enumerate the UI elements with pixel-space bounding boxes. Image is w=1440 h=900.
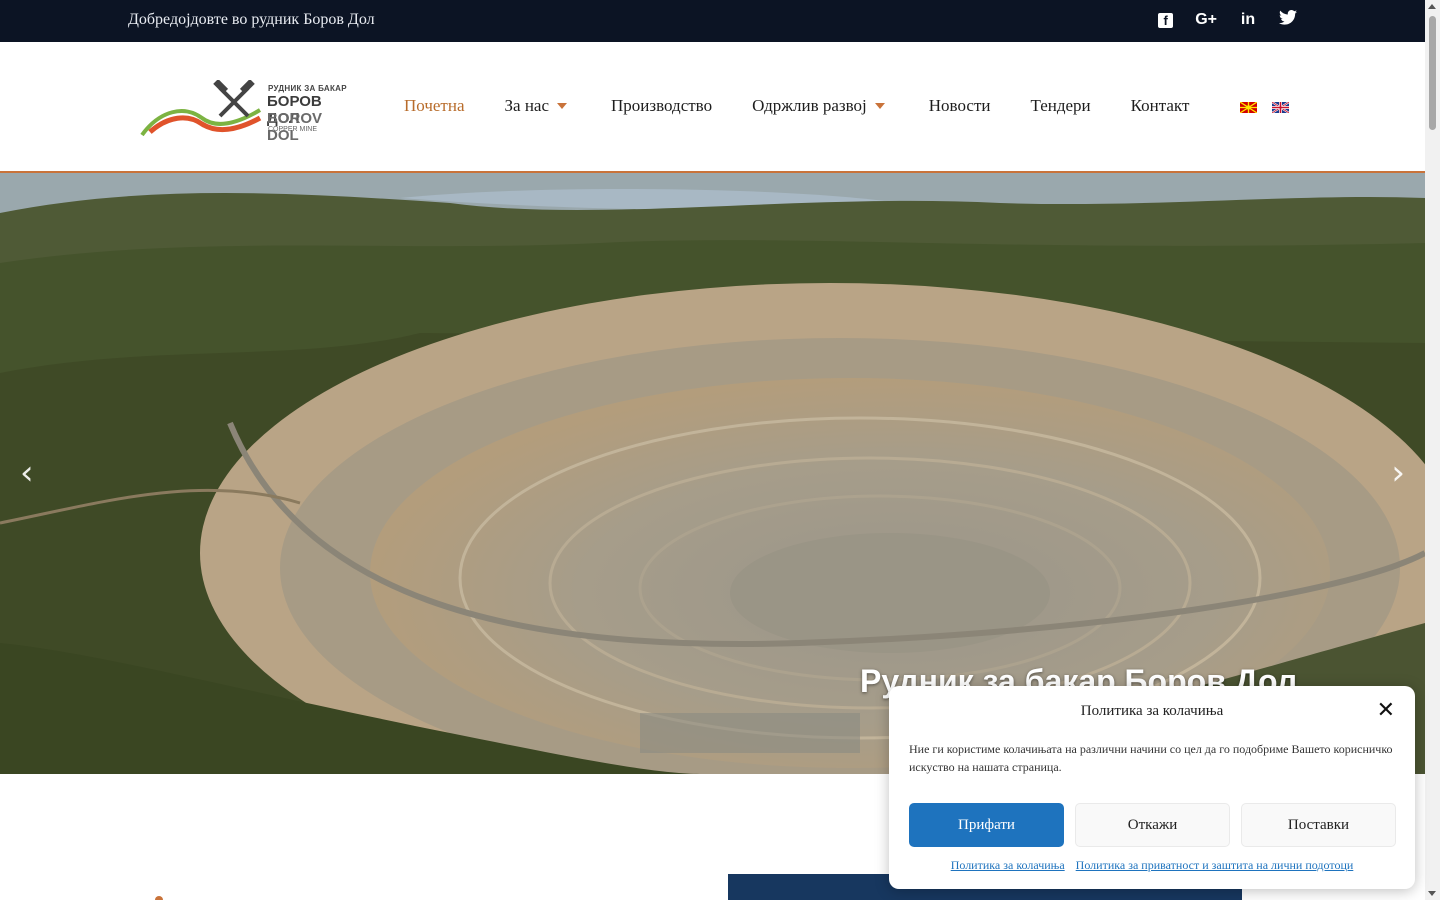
chevron-down-icon	[874, 103, 885, 109]
scroll-down-arrow-icon[interactable]	[1428, 891, 1436, 896]
nav-item-sustainability[interactable]: Одржлив развој	[752, 96, 885, 116]
linkedin-icon[interactable]: in	[1239, 11, 1257, 29]
top-bar: Добредојдовте во рудник Боров Дол f G+ i…	[0, 0, 1425, 42]
nav-label: Почетна	[404, 96, 465, 115]
scroll-up-arrow-icon[interactable]	[1428, 4, 1436, 9]
nav-label: Тендери	[1030, 96, 1091, 115]
twitter-icon[interactable]	[1279, 10, 1297, 30]
google-plus-icon[interactable]: G+	[1195, 11, 1217, 29]
cookie-dialog-title: Политика за колачиња	[1080, 703, 1224, 719]
nav-label: Контакт	[1130, 96, 1190, 115]
page-scrollbar[interactable]	[1425, 0, 1440, 900]
site-header: РУДНИК ЗА БАКАР БОРОВ ДОЛ BOROV DOL COPP…	[0, 42, 1425, 173]
cookie-policy-link[interactable]: Политика за колачиња	[951, 858, 1065, 872]
nav-item-about[interactable]: За нас	[504, 96, 568, 116]
slider-prev-arrow[interactable]: ‹	[20, 453, 34, 493]
section-accent-mark	[155, 896, 163, 900]
social-links: f G+ in	[1158, 10, 1297, 30]
close-icon[interactable]: ✕	[1377, 700, 1395, 722]
welcome-text: Добредојдовте во рудник Боров Дол	[128, 11, 375, 28]
accept-cookies-button[interactable]: Прифати	[909, 803, 1064, 847]
cookie-dialog-links: Политика за колачиња Политика за приватн…	[889, 858, 1415, 873]
cookie-settings-button[interactable]: Поставки	[1241, 803, 1396, 847]
nav-item-news[interactable]: Новости	[929, 96, 991, 116]
logo-line-4: COPPER MINE	[268, 126, 318, 133]
cookie-dialog-buttons: Прифати Откажи Поставки	[909, 803, 1396, 847]
chevron-down-icon	[557, 103, 568, 109]
nav-label: Одржлив развој	[752, 96, 867, 115]
cookie-dialog-text: Ние ги користиме колачињата на различни …	[909, 742, 1393, 774]
facebook-icon[interactable]: f	[1158, 12, 1174, 28]
logo-line-1: РУДНИК ЗА БАКАР	[268, 84, 347, 93]
nav-item-production[interactable]: Производство	[611, 96, 712, 116]
uk-flag-icon[interactable]	[1272, 102, 1289, 113]
privacy-policy-link[interactable]: Политика за приватност и заштита на личн…	[1076, 858, 1354, 872]
nav-item-contact[interactable]: Контакт	[1131, 96, 1190, 116]
language-switcher	[1240, 102, 1289, 113]
deny-cookies-button[interactable]: Откажи	[1075, 803, 1230, 847]
mk-flag-icon[interactable]	[1240, 102, 1257, 113]
nav-label: За нас	[504, 96, 550, 115]
scrollbar-thumb[interactable]	[1429, 16, 1436, 130]
nav-item-home[interactable]: Почетна	[404, 96, 465, 116]
nav-label: Новости	[928, 96, 991, 115]
main-nav: Почетна За нас Производство Одржлив разв…	[404, 96, 1229, 116]
twitter-bird-shape	[1279, 10, 1297, 25]
site-logo[interactable]: РУДНИК ЗА БАКАР БОРОВ ДОЛ BOROV DOL COPP…	[140, 80, 350, 144]
logo-mark	[140, 80, 262, 137]
cookie-consent-dialog: Политика за колачиња ✕ Ние ги користиме …	[889, 686, 1415, 889]
nav-item-tenders[interactable]: Тендери	[1030, 96, 1090, 116]
slider-next-arrow[interactable]: ›	[1391, 453, 1405, 493]
nav-label: Производство	[611, 96, 713, 115]
hero-slider: ‹ › Рудник за бакар Боров Дол	[0, 173, 1425, 774]
